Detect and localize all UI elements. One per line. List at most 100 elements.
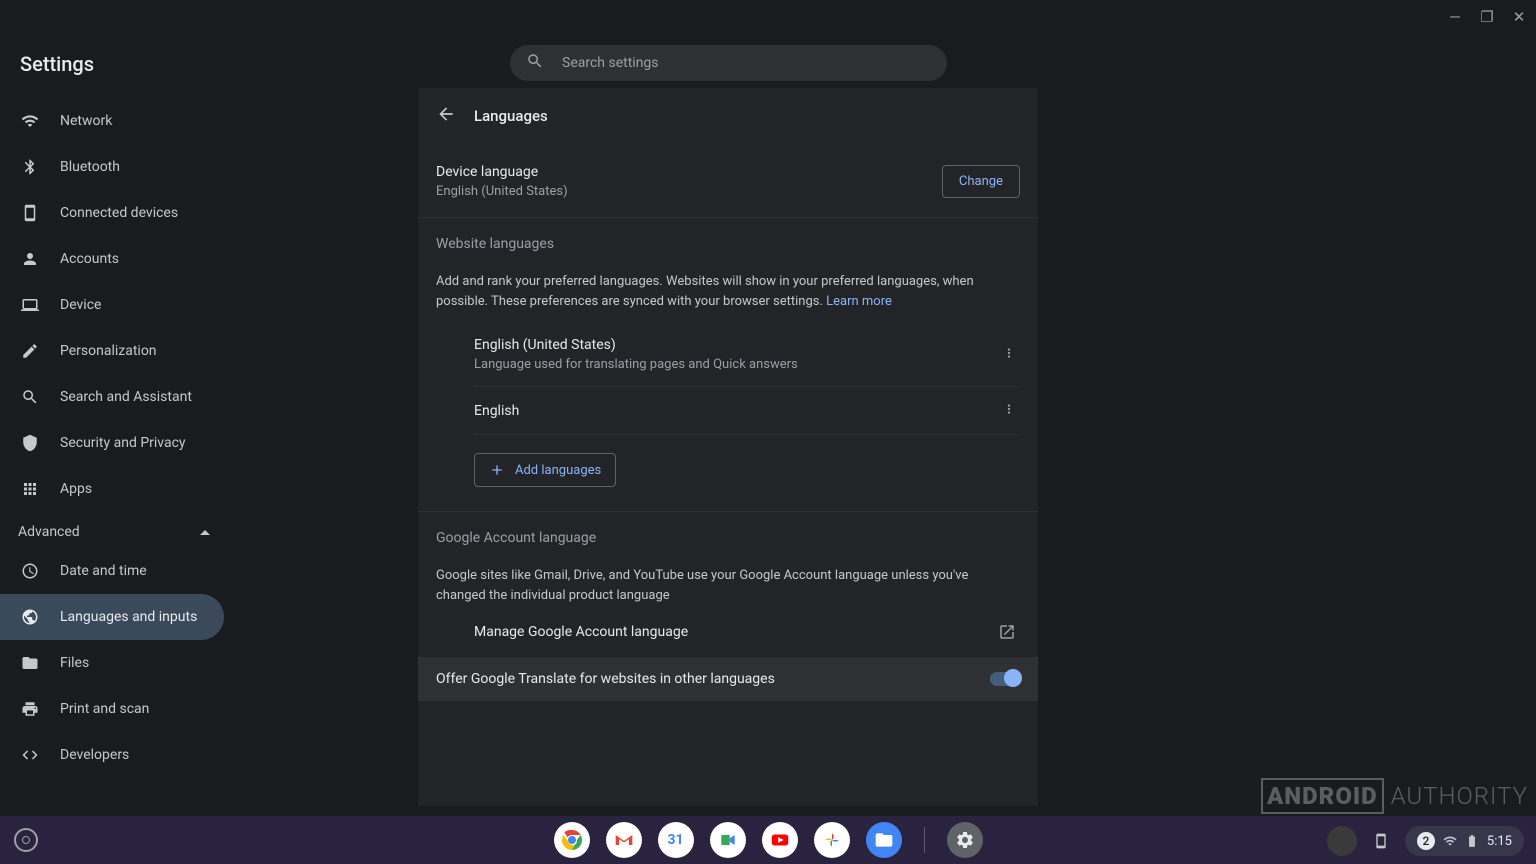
content-title: Languages	[474, 107, 548, 125]
change-button[interactable]: Change	[942, 165, 1020, 198]
more-options-button[interactable]	[1002, 345, 1020, 364]
edit-icon	[20, 342, 40, 360]
sidebar-item-label: Print and scan	[60, 701, 149, 717]
sidebar-item-bluetooth[interactable]: Bluetooth	[0, 144, 224, 190]
external-link-icon	[998, 623, 1016, 641]
shelf-app-youtube[interactable]	[762, 822, 798, 858]
bluetooth-icon	[20, 158, 40, 176]
sidebar-item-label: Files	[60, 655, 89, 671]
sidebar-item-label: Developers	[60, 747, 129, 763]
device-language-section: Device language English (United States) …	[418, 146, 1038, 217]
sidebar-section-label: Advanced	[18, 524, 80, 540]
add-languages-button[interactable]: Add languages	[474, 453, 616, 487]
section-description: Add and rank your preferred languages. W…	[436, 272, 1020, 311]
sidebar-item-label: Personalization	[60, 343, 157, 359]
sidebar-item-security-privacy[interactable]: Security and Privacy	[0, 420, 224, 466]
shelf-app-settings[interactable]	[947, 822, 983, 858]
wifi-icon	[1443, 834, 1457, 848]
manage-google-account-row[interactable]: Manage Google Account language	[436, 605, 1020, 657]
search-input[interactable]	[562, 55, 931, 71]
shelf-app-photos[interactable]	[814, 822, 850, 858]
language-sublabel: Language used for translating pages and …	[474, 357, 798, 372]
sidebar-item-label: Device	[60, 297, 101, 313]
status-tray[interactable]: 2 5:15	[1405, 826, 1524, 856]
sidebar-item-label: Connected devices	[60, 205, 178, 221]
translate-label: Offer Google Translate for websites in o…	[436, 671, 775, 687]
wifi-icon	[20, 112, 40, 130]
shelf-app-calendar[interactable]: 31	[658, 822, 694, 858]
phone-icon	[20, 204, 40, 222]
notification-count: 2	[1417, 832, 1435, 850]
device-language-label: Device language	[436, 164, 568, 180]
learn-more-link[interactable]: Learn more	[826, 294, 892, 309]
google-translate-row: Offer Google Translate for websites in o…	[418, 657, 1038, 701]
watermark: ANDROID AUTHORITY	[1261, 782, 1528, 810]
apps-icon	[20, 480, 40, 498]
shelf-app-chrome[interactable]	[554, 822, 590, 858]
sidebar-item-accounts[interactable]: Accounts	[0, 236, 224, 282]
sidebar-item-label: Bluetooth	[60, 159, 120, 175]
language-row: English (United States) Language used fo…	[474, 323, 1020, 387]
content-header: Languages	[418, 88, 1038, 146]
sidebar-item-search-assistant[interactable]: Search and Assistant	[0, 374, 224, 420]
sidebar-item-developers[interactable]: Developers	[0, 732, 224, 778]
sidebar-item-apps[interactable]: Apps	[0, 466, 224, 512]
content-pane: Languages Device language English (Unite…	[418, 88, 1038, 806]
more-options-button[interactable]	[1002, 401, 1020, 420]
shield-icon	[20, 434, 40, 452]
back-button[interactable]	[436, 104, 456, 128]
code-icon	[20, 746, 40, 764]
language-name: English	[474, 403, 519, 419]
header: Settings	[0, 0, 1536, 88]
sidebar-item-label: Security and Privacy	[60, 435, 186, 451]
clock-icon	[20, 562, 40, 580]
shelf-apps: 31	[554, 822, 983, 858]
shelf-app-files[interactable]	[866, 822, 902, 858]
sidebar-item-label: Languages and inputs	[60, 609, 197, 625]
device-language-value: English (United States)	[436, 184, 568, 199]
section-title: Google Account language	[436, 530, 1020, 546]
sidebar-item-connected-devices[interactable]: Connected devices	[0, 190, 224, 236]
shelf-app-meet[interactable]	[710, 822, 746, 858]
sidebar-item-print-scan[interactable]: Print and scan	[0, 686, 224, 732]
search-icon	[526, 52, 544, 74]
laptop-icon	[20, 296, 40, 314]
chevron-up-icon	[200, 530, 210, 535]
sidebar-item-date-time[interactable]: Date and time	[0, 548, 224, 594]
plus-icon	[489, 462, 505, 478]
language-name: English (United States)	[474, 337, 798, 353]
sidebar-item-label: Search and Assistant	[60, 389, 192, 405]
search-icon	[20, 388, 40, 406]
sidebar-item-label: Accounts	[60, 251, 119, 267]
website-languages-section: Website languages Add and rank your pref…	[418, 218, 1038, 511]
google-account-section: Google Account language Google sites lik…	[418, 512, 1038, 657]
sidebar-item-label: Apps	[60, 481, 92, 497]
system-tray: 2 5:15	[1327, 826, 1524, 856]
sidebar-item-label: Network	[60, 113, 112, 129]
sidebar-item-network[interactable]: Network	[0, 98, 224, 144]
sidebar-item-device[interactable]: Device	[0, 282, 224, 328]
sidebar-section-advanced[interactable]: Advanced	[0, 512, 230, 548]
person-icon	[20, 250, 40, 268]
printer-icon	[20, 700, 40, 718]
section-title: Website languages	[436, 236, 1020, 252]
phone-hub-button[interactable]	[1367, 827, 1395, 855]
language-row: English	[474, 387, 1020, 435]
shelf: 31 2 5:15	[0, 816, 1536, 864]
sidebar: Network Bluetooth Connected devices Acco…	[0, 98, 230, 806]
folder-icon	[20, 654, 40, 672]
translate-toggle[interactable]	[990, 672, 1020, 686]
sidebar-item-label: Date and time	[60, 563, 147, 579]
sidebar-item-personalization[interactable]: Personalization	[0, 328, 224, 374]
section-description: Google sites like Gmail, Drive, and YouT…	[436, 566, 1020, 605]
search-box[interactable]	[510, 45, 947, 81]
globe-icon	[20, 608, 40, 626]
sidebar-item-files[interactable]: Files	[0, 640, 224, 686]
shelf-app-gmail[interactable]	[606, 822, 642, 858]
sidebar-item-languages-inputs[interactable]: Languages and inputs	[0, 594, 224, 640]
user-avatar[interactable]	[1327, 826, 1357, 856]
launcher-button[interactable]	[14, 828, 38, 852]
shelf-separator	[924, 827, 925, 853]
page-title: Settings	[20, 52, 94, 76]
battery-icon	[1465, 834, 1479, 848]
